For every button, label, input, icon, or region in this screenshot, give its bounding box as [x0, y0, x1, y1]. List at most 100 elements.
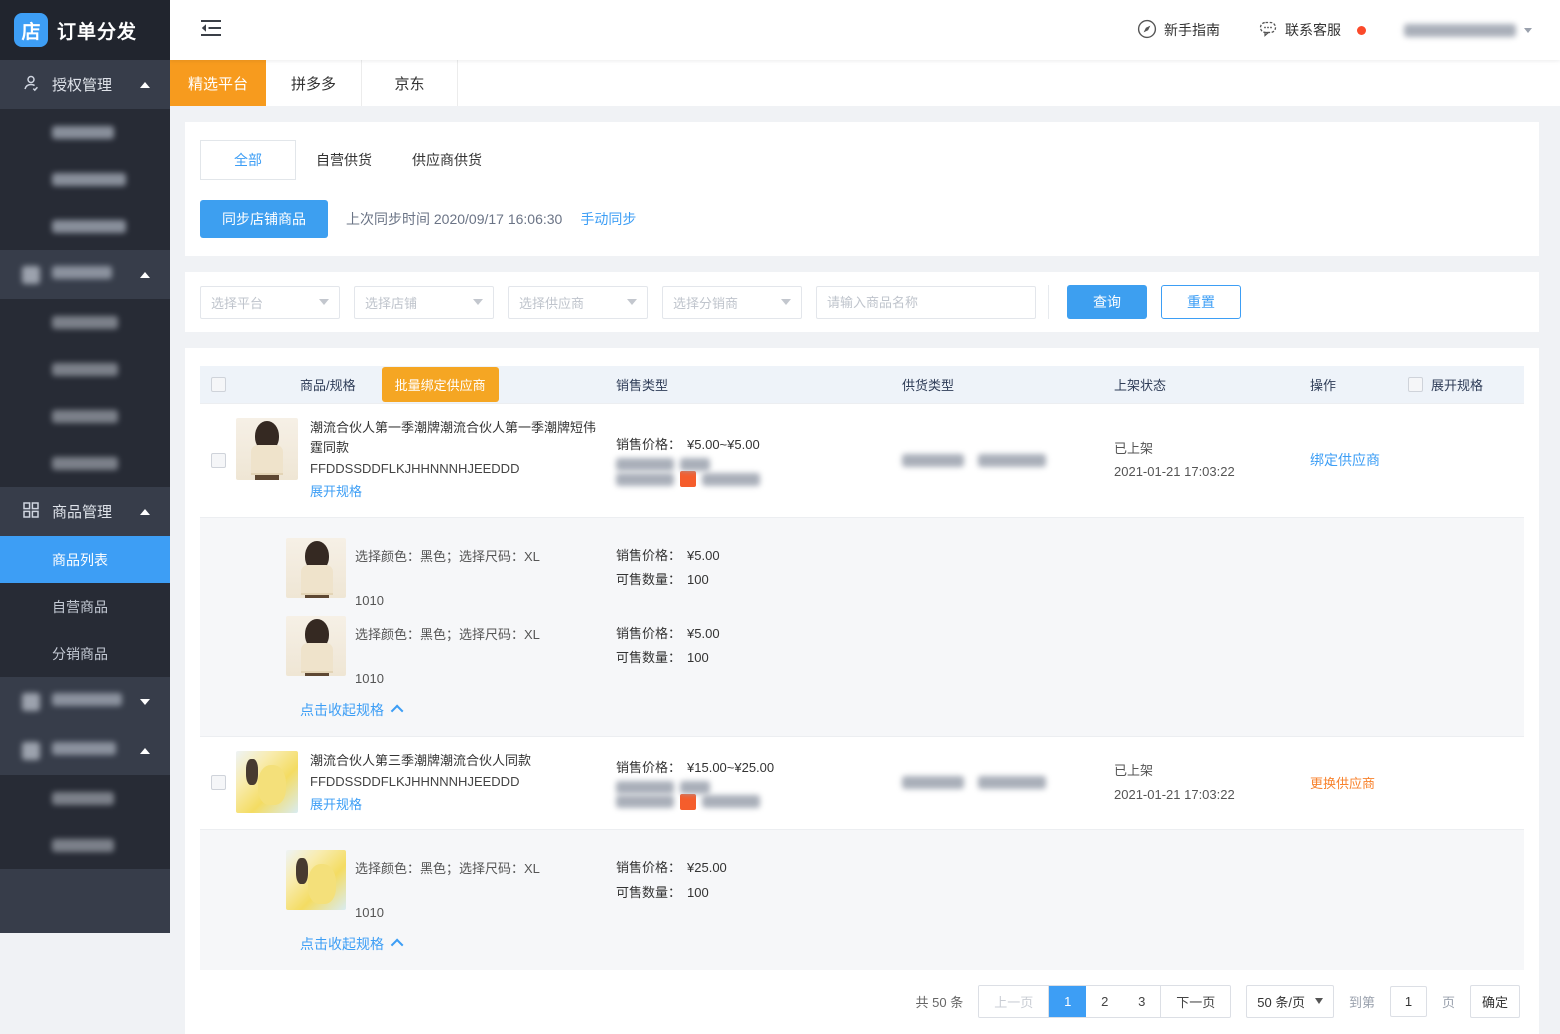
prev-page-button[interactable]: 上一页	[979, 986, 1049, 1017]
table-row: 潮流合伙人第三季潮牌潮流合伙人同款 FFDDSSDDFLKJHHNNNHJEED…	[200, 736, 1524, 829]
product-name-input[interactable]	[816, 286, 1036, 319]
sidebar-item-redacted[interactable]	[0, 440, 170, 487]
sidebar-item-self-products[interactable]: 自营商品	[0, 583, 170, 630]
collapse-specs-link[interactable]: 点击收起规格	[200, 686, 1524, 726]
tab-featured-platform[interactable]: 精选平台	[170, 60, 266, 106]
redacted-text	[52, 126, 114, 139]
row-checkbox[interactable]	[211, 775, 226, 790]
product-title: 潮流合伙人第一季潮牌潮流合伙人第一季潮牌短伟霆同款	[310, 418, 606, 458]
sidebar-group-product[interactable]: 商品管理	[0, 487, 170, 536]
sidebar-item-redacted[interactable]	[0, 393, 170, 440]
total-count: 共 50 条	[916, 992, 964, 1011]
sidebar-item-product-list[interactable]: 商品列表	[0, 536, 170, 583]
sidebar-item-redacted[interactable]	[0, 109, 170, 156]
qty-label: 可售数量：	[616, 568, 681, 593]
distributor-select[interactable]: 选择分销商	[662, 286, 802, 319]
tab-self-supply[interactable]: 自营供货	[296, 141, 392, 179]
batch-bind-supplier-button[interactable]: 批量绑定供应商	[382, 367, 499, 402]
search-button[interactable]: 查询	[1067, 285, 1147, 319]
sidebar-group-redacted[interactable]	[0, 726, 170, 775]
select-all-checkbox[interactable]	[211, 377, 226, 392]
chevron-up-icon	[140, 272, 150, 278]
sidebar-submenu-product: 商品列表 自营商品 分销商品	[0, 536, 170, 677]
top-header: 新手指南 联系客服	[170, 0, 1560, 60]
sidebar-item-redacted[interactable]	[0, 203, 170, 250]
spec-row: 选择颜色：黑色；选择尺码：XL 1010 销售价格： ¥5.00 可售数量： 1…	[200, 530, 1524, 608]
redacted-text	[702, 795, 760, 808]
sync-card: 全部 自营供货 供应商供货 同步店铺商品 上次同步时间 2020/09/17 1…	[185, 122, 1539, 256]
sidebar-item-redacted[interactable]	[0, 346, 170, 393]
sidebar-submenu-redacted	[0, 299, 170, 487]
user-account-menu[interactable]	[1404, 24, 1532, 37]
chevron-down-icon	[1524, 28, 1532, 33]
sidebar-item-redacted[interactable]	[0, 822, 170, 869]
page-button-3[interactable]: 3	[1123, 986, 1160, 1017]
page-button-1[interactable]: 1	[1049, 986, 1086, 1017]
product-image	[236, 418, 298, 480]
collapse-sidebar-icon[interactable]	[200, 19, 222, 42]
tab-vendor-supply[interactable]: 供应商供货	[392, 141, 502, 179]
expand-specs-checkbox[interactable]	[1408, 377, 1423, 392]
page-button-2[interactable]: 2	[1086, 986, 1123, 1017]
spec-price: ¥5.00	[687, 544, 720, 569]
qty-label: 可售数量：	[616, 646, 681, 671]
page-size-select[interactable]: 50 条/页	[1246, 985, 1334, 1018]
spec-section: 选择颜色：黑色；选择尺码：XL 1010 销售价格： ¥25.00 可售数量： …	[200, 829, 1524, 970]
sidebar-group-redacted[interactable]	[0, 250, 170, 299]
redacted-text	[52, 693, 122, 706]
shop-select[interactable]: 选择店铺	[354, 286, 494, 319]
sidebar-item-redacted[interactable]	[0, 299, 170, 346]
collapse-specs-label[interactable]: 点击收起规格	[300, 700, 384, 720]
next-page-button[interactable]: 下一页	[1160, 986, 1230, 1017]
tab-jd[interactable]: 京东	[362, 60, 458, 106]
reset-button[interactable]: 重置	[1161, 285, 1241, 319]
sync-products-button[interactable]: 同步店铺商品	[200, 200, 328, 238]
confirm-jump-button[interactable]: 确定	[1470, 985, 1520, 1018]
sidebar-submenu-auth	[0, 109, 170, 250]
collapse-specs-label[interactable]: 点击收起规格	[300, 934, 384, 954]
chevron-down-icon	[781, 299, 791, 305]
expand-spec-link[interactable]: 展开规格	[310, 482, 362, 502]
support-label: 联系客服	[1285, 20, 1341, 40]
chevron-down-icon	[473, 299, 483, 305]
tab-pinduoduo[interactable]: 拼多多	[266, 60, 362, 106]
bind-supplier-link[interactable]: 绑定供应商	[1310, 452, 1380, 468]
sidebar: 店 订单分发 授权管理 商品管理	[0, 0, 170, 933]
platform-select[interactable]: 选择平台	[200, 286, 340, 319]
manual-sync-link[interactable]: 手动同步	[580, 209, 636, 229]
price-label: 销售价格：	[616, 544, 681, 569]
listing-time: 2021-01-21 17:03:22	[1114, 783, 1300, 806]
sidebar-group-auth[interactable]: 授权管理	[0, 60, 170, 109]
sidebar-item-redacted[interactable]	[0, 775, 170, 822]
change-supplier-link[interactable]: 更换供应商	[1310, 776, 1375, 791]
redacted-text	[702, 473, 760, 486]
sidebar-item-dist-products[interactable]: 分销商品	[0, 630, 170, 677]
supplier-select[interactable]: 选择供应商	[508, 286, 648, 319]
spec-image	[286, 850, 346, 910]
support-button[interactable]: 联系客服	[1258, 19, 1341, 42]
col-supply-header: 供货类型	[902, 375, 1104, 394]
distributor-select-placeholder: 选择分销商	[673, 293, 781, 312]
spec-row: 选择颜色：黑色；选择尺码：XL 1010 销售价格： ¥25.00 可售数量： …	[200, 842, 1524, 920]
chevron-up-icon	[140, 748, 150, 754]
main-content: 全部 自营供货 供应商供货 同步店铺商品 上次同步时间 2020/09/17 1…	[170, 106, 1560, 933]
row-checkbox[interactable]	[211, 453, 226, 468]
spec-section: 选择颜色：黑色；选择尺码：XL 1010 销售价格： ¥5.00 可售数量： 1…	[200, 517, 1524, 736]
table-header: 商品/规格 批量绑定供应商 销售类型 供货类型 上架状态 操作 展开规格	[200, 366, 1524, 403]
sidebar-group-product-label: 商品管理	[52, 501, 128, 522]
notification-dot	[1357, 26, 1366, 35]
collapse-specs-link[interactable]: 点击收起规格	[200, 920, 1524, 960]
redacted-text	[52, 742, 116, 755]
price-label: 销售价格：	[616, 433, 681, 458]
tab-all[interactable]: 全部	[200, 140, 296, 180]
sidebar-group-redacted[interactable]	[0, 677, 170, 726]
redacted-text	[52, 220, 126, 233]
redacted-text	[52, 316, 118, 329]
sidebar-item-redacted[interactable]	[0, 156, 170, 203]
shop-select-placeholder: 选择店铺	[365, 293, 473, 312]
chevron-up-icon	[391, 939, 404, 952]
guide-button[interactable]: 新手指南	[1137, 19, 1220, 42]
jump-page-input[interactable]: 1	[1390, 986, 1427, 1017]
spec-text: 选择颜色：黑色；选择尺码：XL	[355, 616, 540, 643]
expand-spec-link[interactable]: 展开规格	[310, 795, 362, 815]
